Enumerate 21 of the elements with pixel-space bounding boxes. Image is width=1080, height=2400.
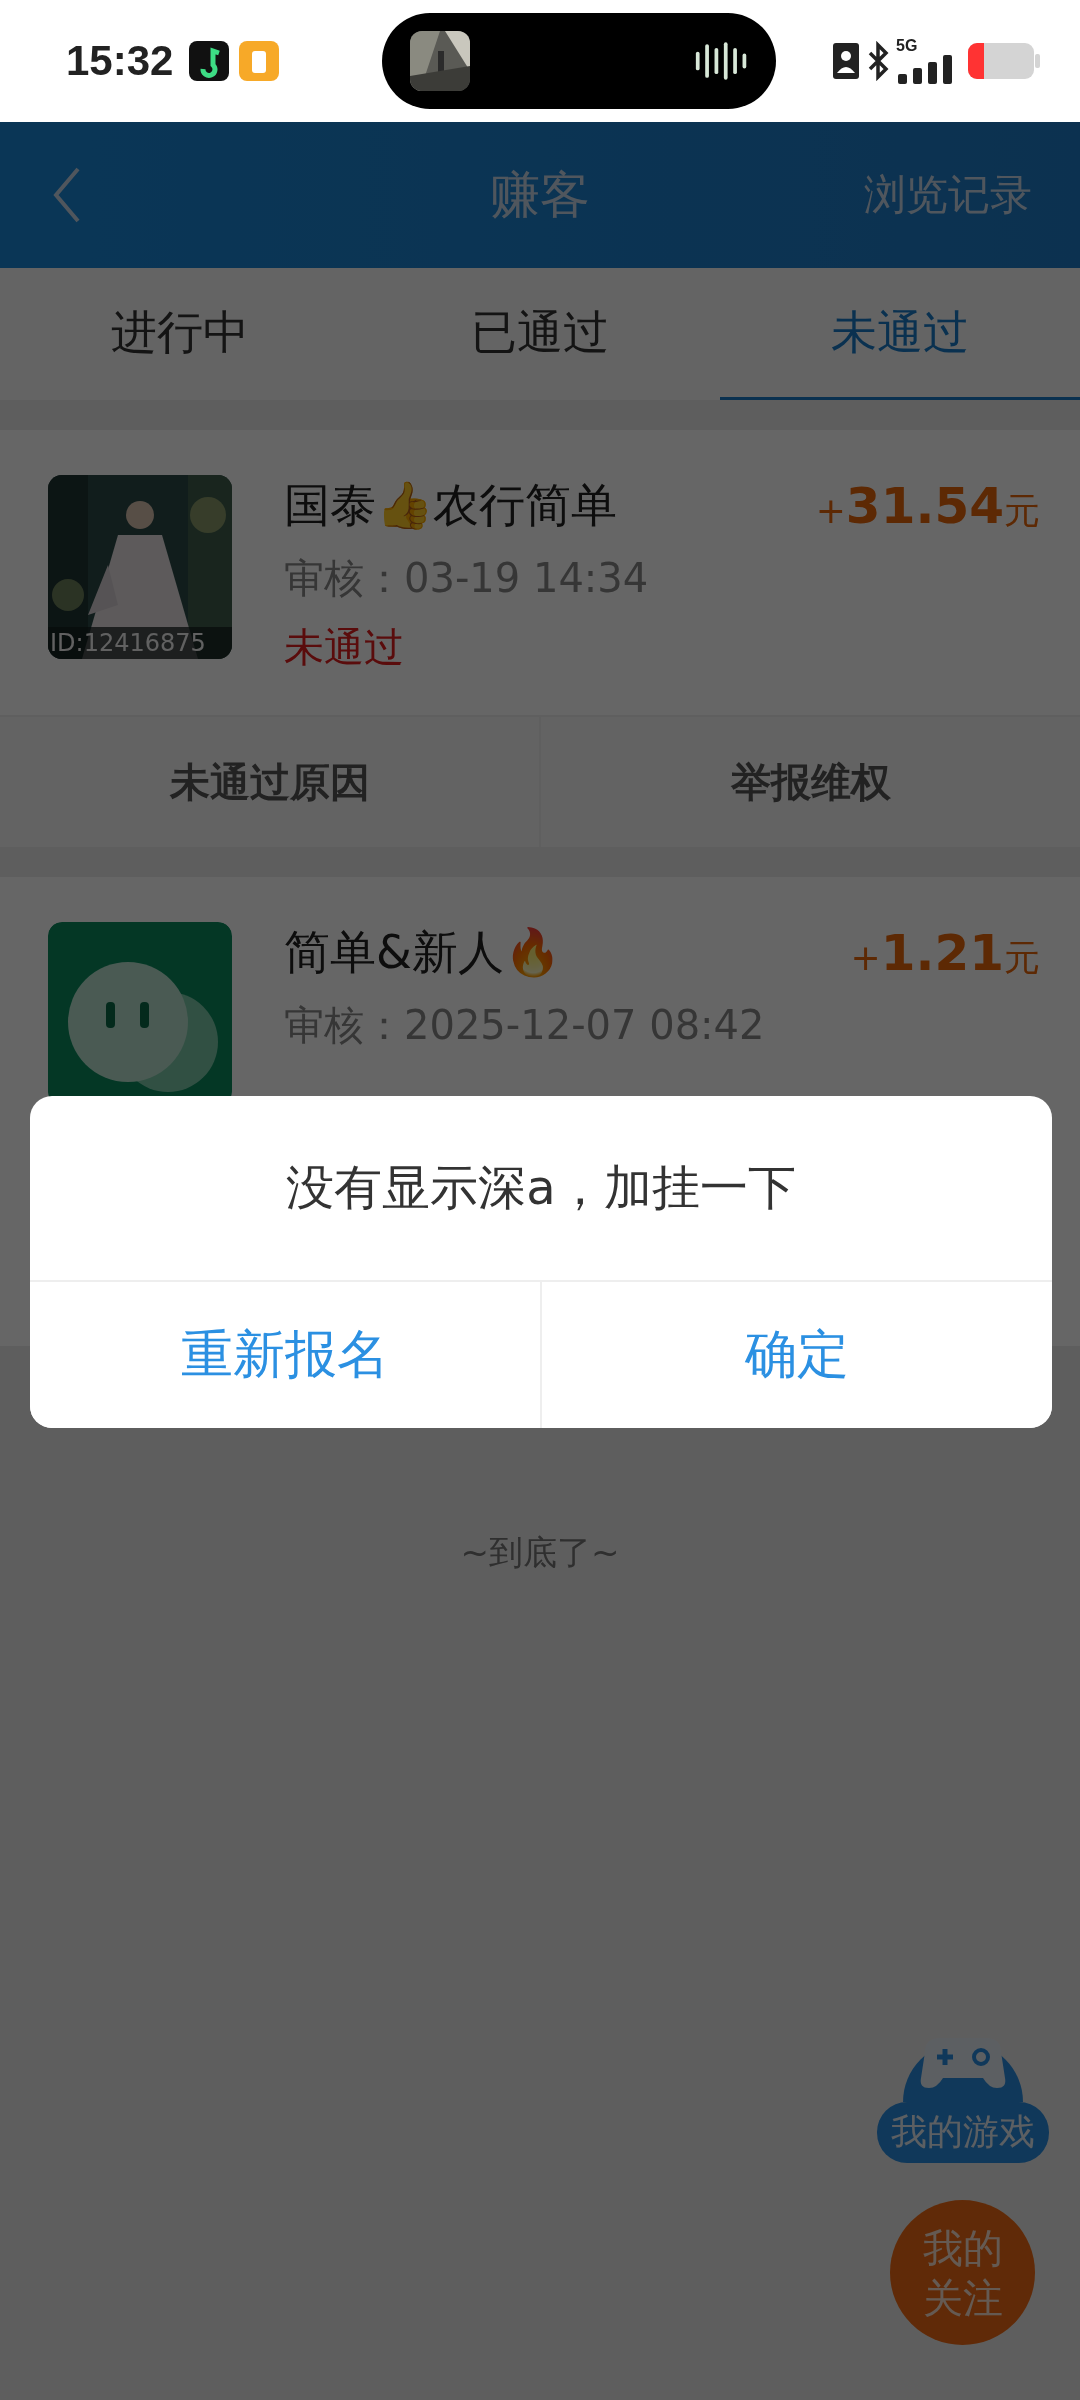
tab[interactable]: 进行中: [0, 268, 360, 400]
tab[interactable]: 已通过: [360, 268, 720, 400]
bluetooth-icon: [866, 41, 890, 81]
music-app-icon: [189, 41, 230, 81]
task-id: ID:12416875: [48, 627, 232, 659]
page-title: 赚客: [490, 164, 590, 226]
task-status: 未通过: [284, 623, 405, 672]
task-title: 简单&新人🔥: [284, 924, 561, 981]
status-time: 15:32: [66, 37, 174, 85]
my-follows-button[interactable]: 我的关注: [890, 2200, 1035, 2345]
network-type: 5G: [896, 38, 918, 54]
battery-app-icon: [239, 41, 280, 81]
reward-amount: +31.54元: [815, 476, 1040, 536]
reward-amount: +1.21元: [850, 923, 1040, 983]
dialog-button[interactable]: 确定: [540, 1282, 1052, 1428]
task-title: 国泰👍农行简单: [284, 477, 617, 534]
battery-icon: [968, 41, 1040, 81]
contact-card-icon: [832, 41, 860, 81]
history-link[interactable]: 浏览记录: [864, 167, 1032, 223]
my-games-button[interactable]: 我的游戏: [868, 2012, 1058, 2163]
tab[interactable]: 未通过: [720, 268, 1080, 400]
